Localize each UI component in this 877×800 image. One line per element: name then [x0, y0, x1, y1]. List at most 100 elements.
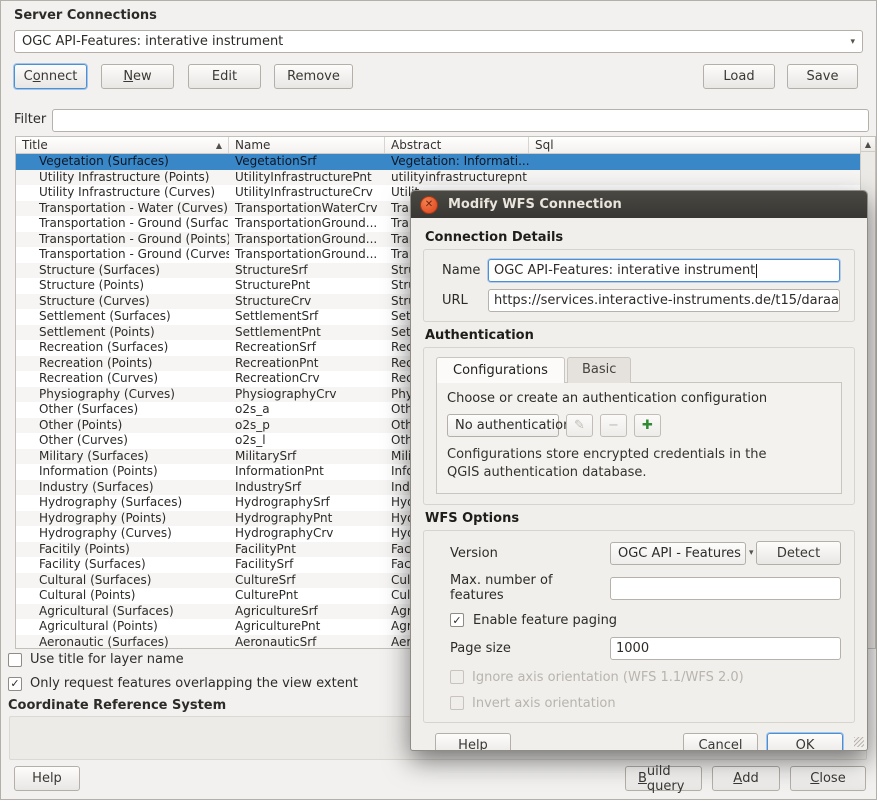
- ok-button[interactable]: OK: [767, 733, 843, 750]
- cell-name: UtilityInfrastructureCrv: [229, 185, 385, 201]
- scroll-up-icon[interactable]: ▲: [861, 137, 875, 152]
- cell-title: Hydrography (Curves): [16, 526, 229, 542]
- cell-title: Settlement (Points): [16, 325, 229, 341]
- edit-auth-icon[interactable]: ✎: [566, 414, 593, 437]
- cell-title: Facitily (Points): [16, 542, 229, 558]
- crs-heading: Coordinate Reference System: [8, 698, 226, 713]
- overlap-extent-label: Only request features overlapping the vi…: [30, 676, 358, 691]
- auth-config-select[interactable]: No authentication ▾: [447, 414, 559, 437]
- chevron-down-icon: ▾: [850, 37, 855, 47]
- enable-paging-checkbox[interactable]: [450, 613, 464, 627]
- filter-input[interactable]: [52, 109, 869, 132]
- auth-choose-text: Choose or create an authentication confi…: [447, 391, 831, 406]
- cell-name: AgricultureSrf: [229, 604, 385, 620]
- column-header-sql[interactable]: Sql: [529, 137, 875, 153]
- dialog-title: Modify WFS Connection: [448, 197, 622, 212]
- connection-details-group: Name OGC API-Features: interative instru…: [423, 249, 855, 322]
- cell-title: Recreation (Points): [16, 356, 229, 372]
- version-select-value: OGC API - Features: [618, 546, 741, 561]
- page-size-value: 1000: [616, 641, 649, 656]
- auth-tool-row: No authentication ▾ ✎ − ✚: [447, 414, 831, 437]
- url-label: URL: [442, 293, 488, 308]
- cell-title: Cultural (Surfaces): [16, 573, 229, 589]
- column-header-name[interactable]: Name: [229, 137, 385, 153]
- use-title-checkbox[interactable]: [8, 653, 22, 667]
- use-title-checkbox-row[interactable]: Use title for layer name: [8, 652, 184, 667]
- cell-name: FacilityPnt: [229, 542, 385, 558]
- cell-title: Recreation (Curves): [16, 371, 229, 387]
- cell-name: TransportationGround...: [229, 216, 385, 232]
- ignore-axis-label: Ignore axis orientation (WFS 1.1/WFS 2.0…: [472, 670, 744, 685]
- version-select[interactable]: OGC API - Features ▾: [610, 542, 746, 565]
- dialog-help-button[interactable]: Help: [435, 733, 511, 750]
- cell-title: Physiography (Curves): [16, 387, 229, 403]
- connect-button[interactable]: Connect: [14, 64, 87, 89]
- table-row[interactable]: Vegetation (Surfaces)VegetationSrfVegeta…: [16, 154, 875, 170]
- add-auth-icon[interactable]: ✚: [634, 414, 661, 437]
- tab-configurations[interactable]: Configurations: [436, 357, 565, 383]
- enable-paging-label: Enable feature paging: [473, 613, 617, 628]
- url-field[interactable]: https://services.interactive-instruments…: [488, 289, 840, 312]
- overlap-extent-checkbox[interactable]: [8, 677, 22, 691]
- sort-ascending-icon: ▲: [210, 141, 222, 150]
- cell-name: MilitarySrf: [229, 449, 385, 465]
- dialog-titlebar[interactable]: ✕ Modify WFS Connection: [411, 191, 867, 218]
- authentication-tabs: Configurations Basic: [436, 357, 842, 383]
- cell-title: Industry (Surfaces): [16, 480, 229, 496]
- load-button[interactable]: Load: [703, 64, 775, 89]
- dialog-body: Connection Details Name OGC API-Features…: [411, 218, 867, 750]
- cell-title: Structure (Surfaces): [16, 263, 229, 279]
- auth-config-select-value: No authentication: [455, 418, 571, 433]
- detect-button[interactable]: Detect: [756, 541, 841, 565]
- overlap-extent-checkbox-row[interactable]: Only request features overlapping the vi…: [8, 676, 358, 691]
- new-button[interactable]: New: [101, 64, 174, 89]
- cell-title: Aeronautic (Surfaces): [16, 635, 229, 650]
- resize-grip[interactable]: [854, 737, 864, 747]
- authentication-group: Configurations Basic Choose or create an…: [423, 347, 855, 505]
- column-header-name-label: Name: [235, 138, 270, 152]
- close-icon[interactable]: ✕: [420, 196, 438, 214]
- cell-title: Information (Points): [16, 464, 229, 480]
- add-button[interactable]: Add: [712, 766, 780, 791]
- remove-auth-icon[interactable]: −: [600, 414, 627, 437]
- cancel-button[interactable]: Cancel: [683, 733, 758, 750]
- version-row: Version OGC API - Features ▾ Detect: [450, 541, 841, 565]
- table-row[interactable]: Utility Infrastructure (Points)UtilityIn…: [16, 170, 875, 186]
- cell-title: Settlement (Surfaces): [16, 309, 229, 325]
- max-features-field[interactable]: [610, 577, 841, 600]
- use-title-label: Use title for layer name: [30, 652, 184, 667]
- help-button[interactable]: Help: [14, 766, 80, 791]
- cell-name: FacilitySrf: [229, 557, 385, 573]
- page-size-field[interactable]: 1000: [610, 637, 841, 660]
- cell-name: TransportationWaterCrv: [229, 201, 385, 217]
- cell-name: HydrographyCrv: [229, 526, 385, 542]
- tab-basic[interactable]: Basic: [567, 357, 631, 383]
- cell-name: RecreationCrv: [229, 371, 385, 387]
- cell-title: Transportation - Water (Curves): [16, 201, 229, 217]
- connection-select[interactable]: OGC API-Features: interative instrument …: [14, 30, 863, 53]
- cell-name: AeronauticSrf: [229, 635, 385, 650]
- cell-title: Transportation - Ground (Curves): [16, 247, 229, 263]
- wfs-options-heading: WFS Options: [425, 511, 855, 526]
- name-field[interactable]: OGC API-Features: interative instrument: [488, 259, 840, 282]
- column-header-title-label: Title: [22, 138, 48, 152]
- column-header-title[interactable]: Title ▲: [16, 137, 229, 153]
- close-button[interactable]: Close: [790, 766, 866, 791]
- cell-title: Other (Surfaces): [16, 402, 229, 418]
- remove-button[interactable]: Remove: [274, 64, 353, 89]
- cell-title: Utility Infrastructure (Points): [16, 170, 229, 186]
- paging-row[interactable]: Enable feature paging: [450, 611, 841, 629]
- edit-button[interactable]: Edit: [188, 64, 261, 89]
- cell-name: RecreationPnt: [229, 356, 385, 372]
- layer-table-header: Title ▲ Name Abstract Sql: [16, 137, 875, 154]
- cell-name: InformationPnt: [229, 464, 385, 480]
- cell-name: SettlementPnt: [229, 325, 385, 341]
- cell-name: o2s_l: [229, 433, 385, 449]
- column-header-sql-label: Sql: [535, 138, 554, 152]
- text-cursor: [756, 264, 757, 278]
- build-query-button[interactable]: Build query: [625, 766, 702, 791]
- column-header-abstract[interactable]: Abstract: [385, 137, 529, 153]
- cell-title: Structure (Points): [16, 278, 229, 294]
- column-header-abstract-label: Abstract: [391, 138, 441, 152]
- save-button[interactable]: Save: [787, 64, 858, 89]
